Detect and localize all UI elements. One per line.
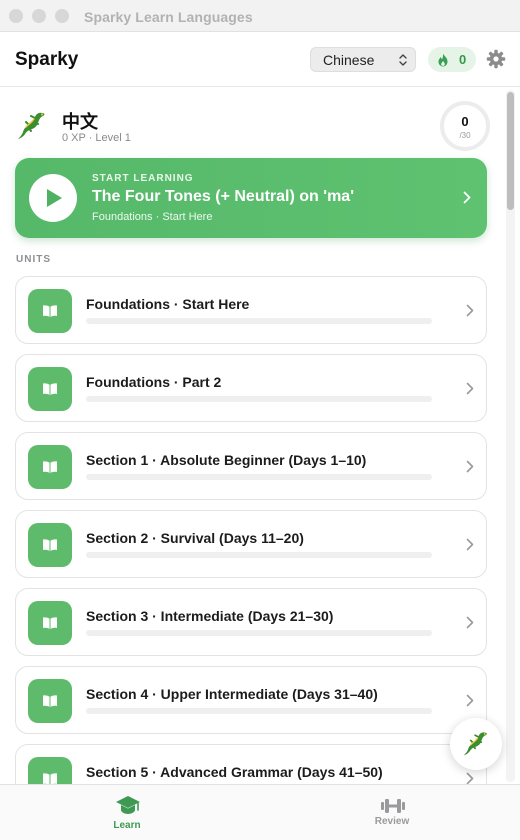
unit-progress-bar bbox=[86, 396, 432, 402]
brand-title: Sparky bbox=[15, 49, 79, 70]
daily-xp-goal: /30 bbox=[459, 131, 471, 140]
bottom-tab-bar: Learn Review bbox=[0, 784, 520, 840]
chevron-right-icon bbox=[466, 772, 474, 784]
chevron-right-icon bbox=[466, 616, 474, 629]
scrollbar[interactable] bbox=[506, 90, 515, 782]
unit-card[interactable]: Section 2 · Survival (Days 11–20) bbox=[15, 510, 487, 578]
main-content[interactable]: 中文 0 XP · Level 1 0 /30 START LEARNING T… bbox=[0, 88, 520, 784]
unit-book-badge bbox=[28, 289, 72, 333]
language-xp-level: 0 XP · Level 1 bbox=[62, 132, 131, 144]
start-lesson-unit: Foundations · Start Here bbox=[92, 211, 213, 223]
mascot-chat-button[interactable] bbox=[450, 718, 502, 770]
zoom-window-button[interactable] bbox=[55, 9, 69, 23]
unit-progress-bar bbox=[86, 474, 432, 480]
tab-review[interactable]: Review bbox=[332, 785, 452, 840]
unit-title: Foundations · Start Here bbox=[86, 296, 250, 312]
unit-title: Foundations · Part 2 bbox=[86, 374, 222, 390]
unit-title: Section 2 · Survival (Days 11–20) bbox=[86, 530, 304, 546]
chevron-right-icon bbox=[463, 191, 471, 204]
unit-title: Section 3 · Intermediate (Days 21–30) bbox=[86, 608, 334, 624]
play-icon bbox=[47, 189, 62, 207]
close-window-button[interactable] bbox=[9, 9, 23, 23]
unit-title: Section 1 · Absolute Beginner (Days 1–10… bbox=[86, 452, 367, 468]
lizard-mascot-icon bbox=[463, 732, 487, 756]
unit-book-badge bbox=[28, 445, 72, 489]
start-lesson-title: The Four Tones (+ Neutral) on 'ma' bbox=[92, 188, 354, 205]
language-select[interactable]: Chinese bbox=[310, 47, 416, 72]
open-book-icon bbox=[43, 617, 57, 630]
language-summary: 中文 0 XP · Level 1 0 /30 bbox=[14, 101, 494, 158]
unit-book-badge bbox=[28, 523, 72, 567]
open-book-icon bbox=[43, 695, 57, 708]
unit-book-badge bbox=[28, 601, 72, 645]
unit-title: Section 4 · Upper Intermediate (Days 31–… bbox=[86, 686, 378, 702]
unit-progress-bar bbox=[86, 630, 432, 636]
open-book-icon bbox=[43, 383, 57, 396]
select-updown-icon bbox=[399, 54, 407, 66]
unit-progress-bar bbox=[86, 318, 432, 324]
daily-xp-value: 0 bbox=[461, 114, 469, 129]
chevron-right-icon bbox=[466, 460, 474, 473]
unit-card[interactable]: Section 1 · Absolute Beginner (Days 1–10… bbox=[15, 432, 487, 500]
unit-card[interactable]: Foundations · Part 2 bbox=[15, 354, 487, 422]
unit-book-badge bbox=[28, 679, 72, 723]
tab-learn-label: Learn bbox=[113, 820, 141, 831]
unit-title: Section 5 · Advanced Grammar (Days 41–50… bbox=[86, 764, 383, 780]
open-book-icon bbox=[43, 305, 57, 318]
open-book-icon bbox=[43, 539, 57, 552]
chevron-right-icon bbox=[466, 538, 474, 551]
flame-icon bbox=[438, 53, 448, 67]
daily-xp-ring: 0 /30 bbox=[440, 101, 490, 151]
play-button[interactable] bbox=[29, 174, 77, 222]
minimize-window-button[interactable] bbox=[32, 9, 46, 23]
scrollbar-thumb[interactable] bbox=[507, 92, 514, 210]
start-learning-card[interactable]: START LEARNING The Four Tones (+ Neutral… bbox=[15, 158, 487, 238]
window-title: Sparky Learn Languages bbox=[84, 9, 253, 25]
lizard-mascot-icon bbox=[18, 112, 45, 139]
open-book-icon bbox=[43, 773, 57, 784]
tab-learn[interactable]: Learn bbox=[67, 785, 187, 840]
tab-review-label: Review bbox=[374, 816, 410, 827]
open-book-icon bbox=[43, 461, 57, 474]
unit-book-badge bbox=[28, 367, 72, 411]
start-learning-kicker: START LEARNING bbox=[92, 173, 194, 184]
units-section-label: UNITS bbox=[16, 254, 51, 265]
unit-progress-bar bbox=[86, 552, 432, 558]
chevron-right-icon bbox=[466, 382, 474, 395]
language-select-value: Chinese bbox=[323, 52, 375, 68]
unit-card[interactable]: Section 3 · Intermediate (Days 21–30) bbox=[15, 588, 487, 656]
app-header: Sparky Chinese 0 bbox=[0, 32, 520, 87]
streak-badge[interactable]: 0 bbox=[428, 47, 476, 72]
unit-card[interactable]: Section 4 · Upper Intermediate (Days 31–… bbox=[15, 666, 487, 734]
dumbbell-icon bbox=[381, 799, 405, 813]
unit-card[interactable]: Section 5 · Advanced Grammar (Days 41–50… bbox=[15, 744, 487, 784]
chevron-right-icon bbox=[466, 694, 474, 707]
gear-icon[interactable] bbox=[486, 49, 506, 69]
graduation-cap-icon bbox=[116, 796, 140, 814]
unit-progress-bar bbox=[86, 708, 432, 714]
unit-card[interactable]: Foundations · Start Here bbox=[15, 276, 487, 344]
language-name: 中文 bbox=[62, 112, 98, 133]
window-titlebar: Sparky Learn Languages bbox=[0, 0, 520, 32]
chevron-right-icon bbox=[466, 304, 474, 317]
unit-book-badge bbox=[28, 757, 72, 784]
streak-count: 0 bbox=[459, 52, 467, 67]
